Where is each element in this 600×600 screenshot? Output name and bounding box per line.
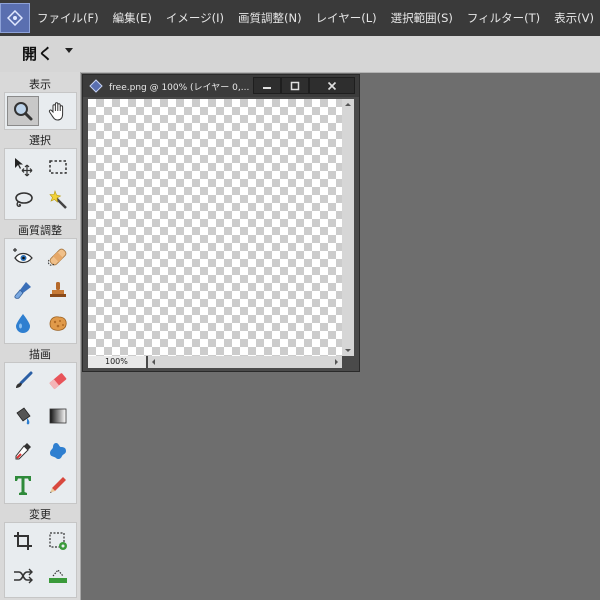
paint-bucket-tool[interactable] — [7, 401, 39, 431]
blur-tool[interactable] — [7, 308, 39, 338]
scroll-down-icon — [345, 349, 351, 352]
chevron-down-icon[interactable] — [65, 48, 73, 53]
tool-panel-enhance — [4, 238, 77, 344]
section-label-enhance: 画質調整 — [18, 224, 62, 237]
straighten-tool[interactable] — [42, 561, 74, 591]
menu-filter[interactable]: フィルター(T) — [460, 0, 547, 36]
recompose-icon — [49, 532, 67, 550]
zoom-tool[interactable] — [7, 96, 39, 126]
document-window: free.png @ 100% (レイヤー 0,... 100% — [82, 74, 360, 372]
document-titlebar[interactable]: free.png @ 100% (レイヤー 0,... — [83, 75, 359, 97]
content-aware-move-tool[interactable] — [7, 561, 39, 591]
paint-bucket-icon — [16, 407, 31, 425]
paintbrush-icon — [16, 371, 33, 388]
water-drop-icon — [16, 314, 30, 333]
tool-panel-draw — [4, 362, 77, 504]
magnifier-icon — [14, 102, 33, 121]
eyedropper-icon — [15, 443, 31, 460]
type-tool[interactable] — [7, 470, 39, 500]
scroll-up-icon — [345, 103, 351, 106]
crop-icon — [14, 532, 32, 550]
section-label-draw: 描画 — [29, 348, 51, 361]
eye-icon — [13, 248, 33, 264]
hand-icon — [48, 102, 64, 121]
recompose-tool[interactable] — [42, 526, 74, 556]
menu-select[interactable]: 選択範囲(S) — [384, 0, 460, 36]
menu-edit[interactable]: 編集(E) — [106, 0, 159, 36]
lasso-tool[interactable] — [7, 185, 39, 215]
custom-shape-tool[interactable] — [42, 436, 74, 466]
menu-bar: ファイル(F) 編集(E) イメージ(I) 画質調整(N) レイヤー(L) 選択… — [0, 0, 600, 36]
open-button[interactable]: 開く — [22, 43, 54, 64]
marquee-icon — [49, 160, 67, 174]
toolbox: 表示 選択 画質調整 描画 変更 — [0, 72, 81, 600]
gradient-tool[interactable] — [42, 401, 74, 431]
maximize-icon — [290, 81, 300, 90]
close-icon — [327, 81, 337, 90]
eraser-tool[interactable] — [42, 366, 74, 396]
shuffle-icon — [14, 568, 33, 584]
document-title: free.png @ 100% (レイヤー 0,... — [109, 83, 249, 93]
pencil-tool[interactable] — [42, 470, 74, 500]
magic-wand-icon — [49, 190, 67, 209]
section-label-modify: 変更 — [29, 508, 51, 521]
menu-view[interactable]: 表示(V) — [547, 0, 600, 36]
move-tool[interactable] — [7, 152, 39, 182]
vertical-scrollbar[interactable] — [342, 99, 354, 356]
red-eye-tool[interactable] — [7, 242, 39, 272]
smart-brush-tool[interactable] — [7, 275, 39, 305]
tool-panel-view — [4, 92, 77, 130]
shape-icon — [50, 443, 66, 460]
menu-enhance[interactable]: 画質調整(N) — [231, 0, 309, 36]
document-icon — [89, 79, 103, 93]
straighten-icon — [49, 569, 67, 583]
tool-panel-select — [4, 148, 77, 220]
menu-file[interactable]: ファイル(F) — [30, 0, 106, 36]
section-label-view: 表示 — [29, 78, 51, 91]
zoom-level[interactable]: 100% — [88, 356, 146, 368]
paint-brush-tool[interactable] — [7, 366, 39, 396]
hand-tool[interactable] — [42, 96, 74, 126]
options-bar: 開く — [0, 36, 600, 73]
eraser-icon — [49, 373, 67, 390]
healing-brush-tool[interactable] — [42, 242, 74, 272]
eyedropper-tool[interactable] — [7, 436, 39, 466]
minimize-icon — [263, 86, 271, 89]
lasso-icon — [15, 192, 33, 207]
bandage-icon — [47, 248, 67, 266]
horizontal-scrollbar[interactable] — [148, 356, 342, 368]
minimize-button[interactable] — [253, 77, 281, 94]
image-canvas[interactable] — [88, 99, 342, 356]
magic-wand-tool[interactable] — [42, 185, 74, 215]
pencil-icon — [50, 477, 66, 493]
marquee-tool[interactable] — [42, 152, 74, 182]
type-icon — [15, 476, 31, 495]
move-icon — [15, 158, 33, 177]
gradient-icon — [49, 408, 67, 424]
sponge-icon — [49, 316, 67, 331]
maximize-button[interactable] — [281, 77, 309, 94]
menu-image[interactable]: イメージ(I) — [159, 0, 231, 36]
stamp-icon — [50, 282, 66, 297]
tool-panel-modify — [4, 522, 77, 598]
menu-layer[interactable]: レイヤー(L) — [309, 0, 384, 36]
scroll-right-icon — [335, 359, 338, 365]
section-label-select: 選択 — [29, 134, 51, 147]
crop-tool[interactable] — [7, 526, 39, 556]
app-logo-icon[interactable] — [0, 0, 30, 36]
brush-icon — [14, 282, 31, 299]
sponge-tool[interactable] — [42, 308, 74, 338]
scroll-left-icon — [152, 359, 155, 365]
close-button[interactable] — [309, 77, 355, 94]
clone-stamp-tool[interactable] — [42, 275, 74, 305]
